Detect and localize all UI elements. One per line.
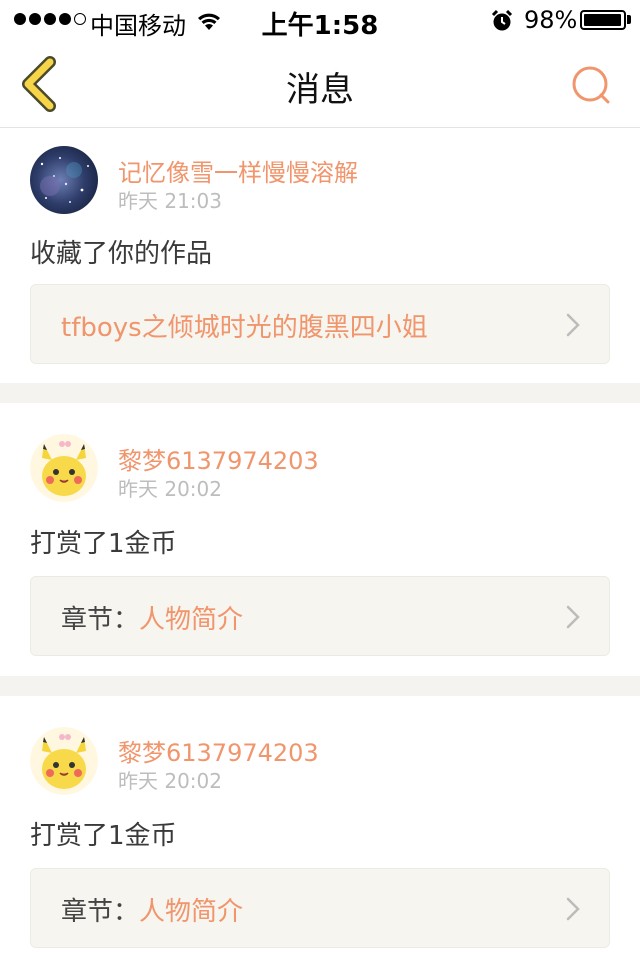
pikachu-avatar-image — [30, 727, 98, 795]
referenced-chapter-card[interactable]: 章节：人物简介 — [30, 576, 610, 656]
page-title: 消息 — [286, 70, 354, 110]
message-timestamp: 昨天 20:02 — [118, 477, 222, 501]
message-action-text: 打赏了1金币 — [30, 821, 177, 851]
user-avatar[interactable] — [30, 146, 98, 214]
message-item: 黎梦6137974203 昨天 20:02 打赏了1金币 章节：人物简介 — [0, 696, 640, 960]
section-divider — [0, 676, 640, 696]
message-username[interactable]: 黎梦6137974203 — [118, 441, 319, 476]
chevron-right-icon — [566, 897, 580, 921]
message-item: 记忆像雪一样慢慢溶解 昨天 21:03 收藏了你的作品 tfboys之倾城时光的… — [0, 129, 640, 383]
referenced-work-title: tfboys之倾城时光的腹黑四小姐 — [61, 313, 428, 343]
galaxy-avatar-image — [30, 146, 98, 214]
message-action-text: 收藏了你的作品 — [30, 239, 213, 269]
user-avatar[interactable] — [30, 727, 98, 795]
chevron-right-icon — [566, 605, 580, 629]
alarm-clock-icon — [491, 9, 513, 31]
battery-cap — [627, 15, 631, 24]
user-avatar[interactable] — [30, 434, 98, 502]
message-item: 黎梦6137974203 昨天 20:02 打赏了1金币 章节：人物简介 — [0, 403, 640, 676]
pikachu-avatar-image — [30, 434, 98, 502]
referenced-work-card[interactable]: tfboys之倾城时光的腹黑四小姐 — [30, 284, 610, 364]
search-icon[interactable] — [566, 60, 616, 110]
message-username[interactable]: 黎梦6137974203 — [118, 733, 319, 768]
navigation-bar: 消息 — [0, 40, 640, 128]
message-timestamp: 昨天 20:02 — [118, 769, 222, 793]
status-bar: 中国移动 上午1:58 98% — [0, 0, 640, 41]
section-divider — [0, 383, 640, 403]
chevron-right-icon — [566, 313, 580, 337]
referenced-chapter-title: 章节：人物简介 — [61, 605, 244, 635]
referenced-chapter-card[interactable]: 章节：人物简介 — [30, 868, 610, 948]
message-username[interactable]: 记忆像雪一样慢慢溶解 — [118, 153, 358, 188]
message-action-text: 打赏了1金币 — [30, 529, 177, 559]
battery-icon — [580, 10, 626, 30]
battery-percentage: 98% — [524, 6, 578, 34]
message-timestamp: 昨天 21:03 — [118, 189, 222, 213]
referenced-chapter-title: 章节：人物简介 — [61, 897, 244, 927]
